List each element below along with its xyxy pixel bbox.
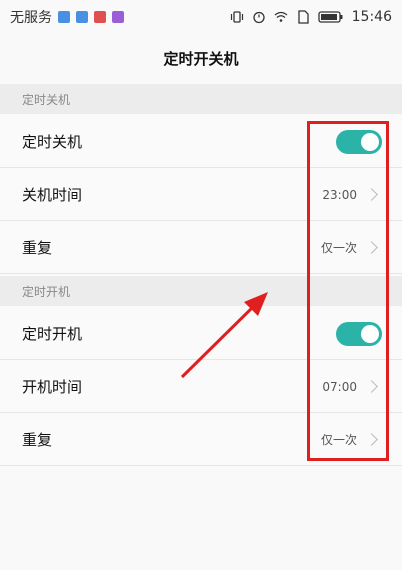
annotation-arrow-icon [180, 292, 268, 379]
